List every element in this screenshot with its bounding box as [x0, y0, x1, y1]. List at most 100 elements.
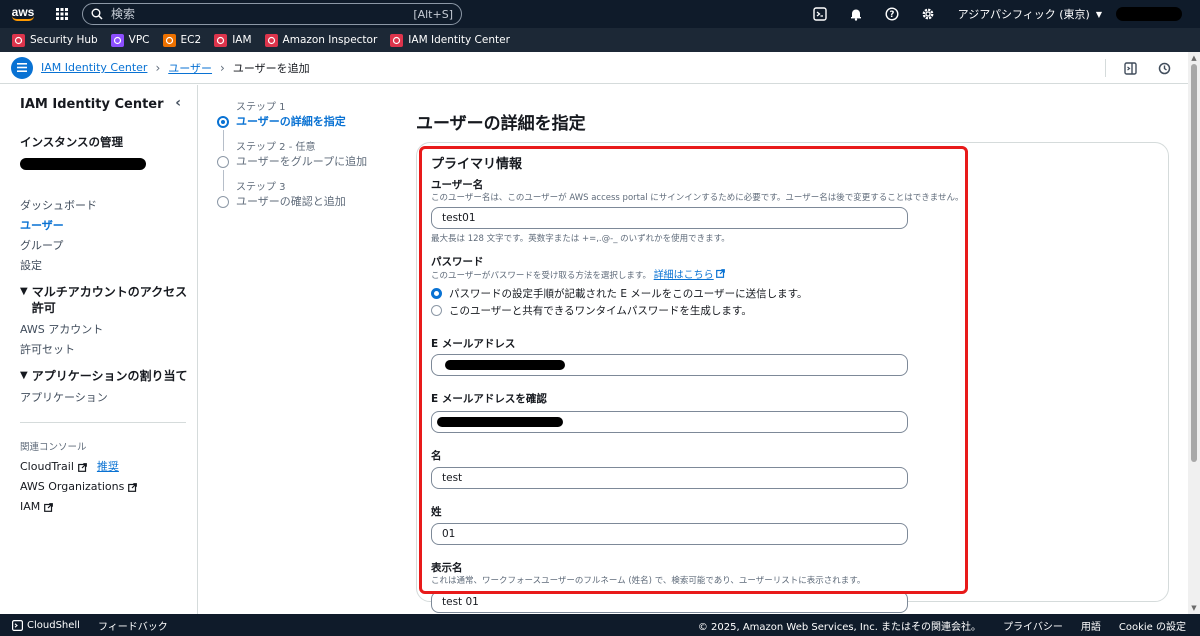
favorite-iam-identity-center[interactable]: IAM Identity Center: [390, 33, 510, 47]
wizard-steps: ステップ 1 ユーザーの詳細を指定 ステップ 2 - 任意 ユーザーをグループに…: [216, 101, 396, 221]
breadcrumb-link-iam-identity-center[interactable]: IAM Identity Center: [41, 61, 147, 74]
username-input[interactable]: [431, 207, 908, 229]
favorite-label: IAM Identity Center: [408, 34, 510, 46]
section-title: プライマリ情報: [431, 157, 523, 172]
favorite-ec2[interactable]: EC2: [162, 33, 202, 47]
instance-id-redacted: [20, 158, 146, 170]
scroll-thumb[interactable]: [1191, 64, 1197, 462]
recommended-link[interactable]: 推奨: [97, 457, 119, 477]
step-name: ユーザーの確認と追加: [236, 195, 346, 208]
favorite-label: Security Hub: [30, 34, 98, 46]
wizard-step-3: ステップ 3 ユーザーの確認と追加: [216, 181, 396, 221]
last-name-input[interactable]: [431, 523, 908, 545]
sidebar-item-groups[interactable]: グループ: [20, 236, 197, 256]
terms-link[interactable]: 用語: [1081, 618, 1101, 633]
wizard-step-2: ステップ 2 - 任意 ユーザーをグループに追加: [216, 141, 396, 191]
chevron-right-icon: ›: [220, 60, 225, 75]
radio-generate-otp[interactable]: このユーザーと共有できるワンタイムパスワードを生成します。: [431, 302, 966, 319]
cookie-settings-link[interactable]: Cookie の設定: [1119, 618, 1186, 633]
account-menu-redacted[interactable]: [1116, 7, 1182, 21]
primary-info-form: プライマリ情報 ユーザー名 このユーザー名は、このユーザーが AWS acces…: [431, 153, 966, 613]
step-active-indicator-icon: [217, 116, 229, 128]
region-label: アジアパシフィック (東京): [957, 8, 1090, 21]
external-link-icon: [78, 462, 87, 472]
password-description: このユーザーがパスワードを受け取る方法を選択します。 詳細はこちら: [431, 269, 966, 282]
service-icon: [390, 33, 404, 47]
display-name-label: 表示名: [431, 562, 463, 574]
radio-send-email[interactable]: パスワードの設定手順が記載された E メールをこのユーザーに送信します。: [431, 285, 966, 302]
collapse-chevron-icon[interactable]: ‹: [175, 95, 181, 111]
top-navigation: aws [Alt+S] ? アジアパシフィック (東京) ▼: [0, 0, 1200, 28]
favorite-vpc[interactable]: VPC: [110, 33, 150, 47]
chevron-right-icon: ›: [155, 60, 161, 75]
notifications-bell-icon[interactable]: [838, 0, 874, 28]
step-number: ステップ 1: [236, 102, 286, 113]
favorite-label: EC2: [180, 34, 202, 46]
breadcrumb-link-users[interactable]: ユーザー: [168, 60, 212, 76]
service-icon: [214, 33, 228, 47]
favorite-security-hub[interactable]: Security Hub: [12, 33, 98, 47]
external-link-icon: [44, 502, 54, 512]
side-navigation: IAM Identity Center ‹ インスタンスの管理 ダッシュボード …: [0, 85, 198, 614]
last-name-label: 姓: [431, 506, 442, 518]
aws-logo[interactable]: aws: [0, 0, 46, 28]
cloudshell-icon[interactable]: [802, 0, 838, 28]
breadcrumb-current: ユーザーを追加: [232, 61, 310, 75]
sidebar-divider: [20, 422, 186, 423]
service-icon: [264, 33, 278, 47]
external-link-icon: [716, 269, 726, 278]
email-redacted: [445, 360, 565, 370]
caret-down-icon: ▼: [20, 370, 28, 381]
favorite-amazon-inspector[interactable]: Amazon Inspector: [264, 33, 377, 47]
search-input[interactable]: [111, 7, 414, 21]
service-icon: [110, 33, 124, 47]
settings-gear-icon[interactable]: [910, 0, 946, 28]
username-constraint-hint: 最大長は 128 文字です。英数字または +=,.@-_ のいずれかを使用できま…: [431, 234, 730, 244]
search-box[interactable]: [Alt+S]: [82, 3, 462, 25]
page-scrollbar[interactable]: ▲ ▼: [1188, 52, 1200, 614]
sidebar-link-organizations[interactable]: AWS Organizations: [20, 477, 197, 497]
step-name: ユーザーの詳細を指定: [236, 115, 346, 128]
privacy-link[interactable]: プライバシー: [1003, 618, 1063, 633]
radio-unchecked-icon: [431, 305, 442, 316]
sidebar-item-applications[interactable]: アプリケーション: [20, 388, 197, 408]
help-icon[interactable]: ?: [874, 0, 910, 28]
service-icon: [162, 33, 176, 47]
cloudshell-button[interactable]: CloudShell: [12, 620, 80, 631]
services-grid-icon[interactable]: [52, 0, 72, 28]
password-label: パスワード: [431, 256, 484, 268]
learn-more-link[interactable]: 詳細はこちら: [654, 270, 714, 281]
favorite-iam[interactable]: IAM: [214, 33, 252, 47]
favorites-bar: Security Hub VPC EC2 IAM Amazon Inspector IAM…: [0, 28, 1200, 52]
scroll-up-icon[interactable]: ▲: [1190, 54, 1198, 62]
sidebar-section-multi-account[interactable]: ▼ マルチアカウントのアクセス許可: [20, 284, 197, 316]
breadcrumb: IAM Identity Center › ユーザー › ユーザーを追加: [41, 60, 310, 76]
display-name-input[interactable]: [431, 591, 908, 613]
sidebar-link-iam[interactable]: IAM: [20, 497, 197, 517]
step-number: ステップ 2 - 任意: [236, 142, 316, 153]
hamburger-icon: [17, 63, 27, 72]
sidebar-link-cloudtrail[interactable]: CloudTrail 推奨: [20, 457, 197, 477]
sidebar-item-permission-sets[interactable]: 許可セット: [20, 340, 197, 360]
caret-down-icon: ▼: [20, 286, 28, 297]
sidebar-item-settings[interactable]: 設定: [20, 256, 197, 276]
feedback-icon[interactable]: [1154, 58, 1174, 78]
favorite-label: VPC: [128, 34, 150, 46]
email-confirm-redacted: [437, 417, 563, 427]
footer: CloudShell フィードバック © 2025, Amazon Web Se…: [0, 614, 1200, 636]
sidebar-section-app-assignments[interactable]: ▼ アプリケーションの割り当て: [20, 368, 197, 384]
external-link-icon: [128, 482, 138, 492]
wizard-step-1[interactable]: ステップ 1 ユーザーの詳細を指定: [216, 101, 396, 151]
region-selector[interactable]: アジアパシフィック (東京) ▼: [958, 6, 1102, 22]
info-panel-icon[interactable]: [1120, 58, 1140, 78]
display-name-description: これは通常、ワークフォースユーザーのフルネーム (姓名) で、検索可能であり、ユ…: [431, 576, 866, 586]
feedback-link[interactable]: フィードバック: [98, 618, 168, 633]
cloudshell-icon: [12, 619, 23, 631]
navigation-menu-button[interactable]: [11, 56, 33, 79]
sidebar-item-aws-accounts[interactable]: AWS アカウント: [20, 320, 197, 340]
scroll-down-icon[interactable]: ▼: [1190, 604, 1198, 612]
first-name-input[interactable]: [431, 467, 908, 489]
sidebar-item-dashboard[interactable]: ダッシュボード: [20, 196, 197, 216]
sidebar-item-users[interactable]: ユーザー: [20, 216, 197, 236]
service-icon: [12, 33, 25, 47]
